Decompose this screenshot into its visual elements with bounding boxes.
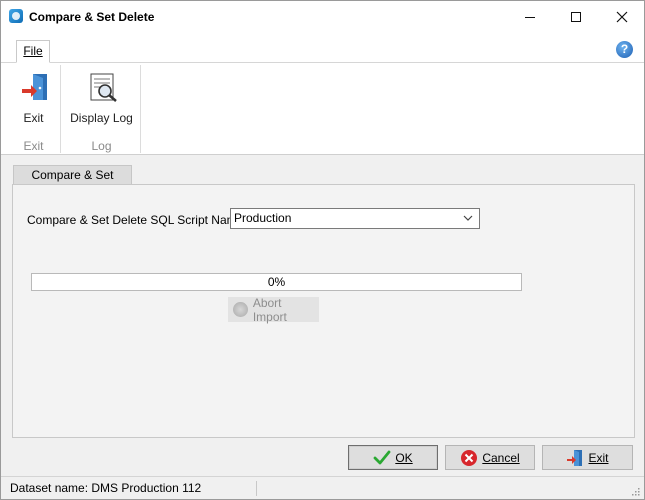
maximize-button[interactable] (553, 1, 599, 33)
ribbon: Exit Exit Display Log Log (1, 63, 644, 155)
display-log-icon (90, 73, 117, 102)
app-icon (9, 9, 23, 23)
maximize-icon (571, 12, 581, 22)
chevron-down-icon (463, 215, 473, 221)
ribbon-group-exit-label: Exit (23, 139, 44, 153)
ribbon-group-exit: Exit Exit (7, 65, 61, 153)
minimize-icon (525, 16, 535, 18)
script-name-select[interactable]: Production (230, 208, 480, 229)
exit-door-icon (22, 74, 47, 100)
ribbon-display-log-button[interactable]: Display Log (63, 65, 140, 125)
progress-bar: 0% (31, 273, 522, 291)
help-icon[interactable]: ? (616, 41, 633, 58)
minimize-button[interactable] (507, 1, 553, 33)
file-tab[interactable]: File (16, 40, 50, 63)
ribbon-exit-label: Exit (23, 111, 44, 125)
abort-import-label: Abort Import (252, 295, 287, 324)
title-bar: Compare & Set Delete (1, 1, 644, 33)
ok-button[interactable]: OK (348, 445, 438, 470)
script-name-label: Compare & Set Delete SQL Script Name: (27, 213, 247, 227)
menu-tab-row: File ? (1, 33, 644, 63)
dataset-name-status: Dataset name: DMS Production 112 (10, 481, 202, 495)
abort-import-button[interactable]: Abort Import (228, 295, 319, 324)
ribbon-group-log-label: Log (91, 139, 112, 153)
cancel-button[interactable]: Cancel (445, 445, 535, 470)
ribbon-display-log-label: Display Log (70, 111, 133, 125)
exit-door-icon (567, 449, 583, 466)
content-panel: Compare & Set Delete SQL Script Name: Pr… (12, 184, 635, 438)
exit-label: Exit (588, 450, 609, 465)
resize-grip-icon[interactable] (630, 486, 640, 496)
compare-set-delete-window: Compare & Set Delete File ? Exit Exit Di… (0, 0, 645, 500)
progress-text: 0% (267, 275, 286, 289)
file-tab-label: File (23, 44, 43, 58)
tab-compare-set-delete[interactable]: Compare & Set Delete (13, 165, 132, 200)
cancel-icon (461, 449, 478, 466)
cancel-label: Cancel (482, 450, 520, 465)
close-button[interactable] (599, 1, 645, 33)
ribbon-group-log: Display Log Log (63, 65, 141, 153)
ribbon-exit-button[interactable]: Exit (7, 65, 60, 125)
close-icon (616, 11, 628, 23)
checkmark-icon (373, 450, 391, 464)
status-divider (256, 481, 257, 496)
ok-label: OK (395, 450, 413, 465)
script-name-value: Production (234, 211, 292, 225)
status-bar: Dataset name: DMS Production 112 (1, 476, 644, 499)
exit-button[interactable]: Exit (542, 445, 633, 470)
abort-icon (233, 302, 248, 317)
window-title: Compare & Set Delete (29, 10, 155, 24)
